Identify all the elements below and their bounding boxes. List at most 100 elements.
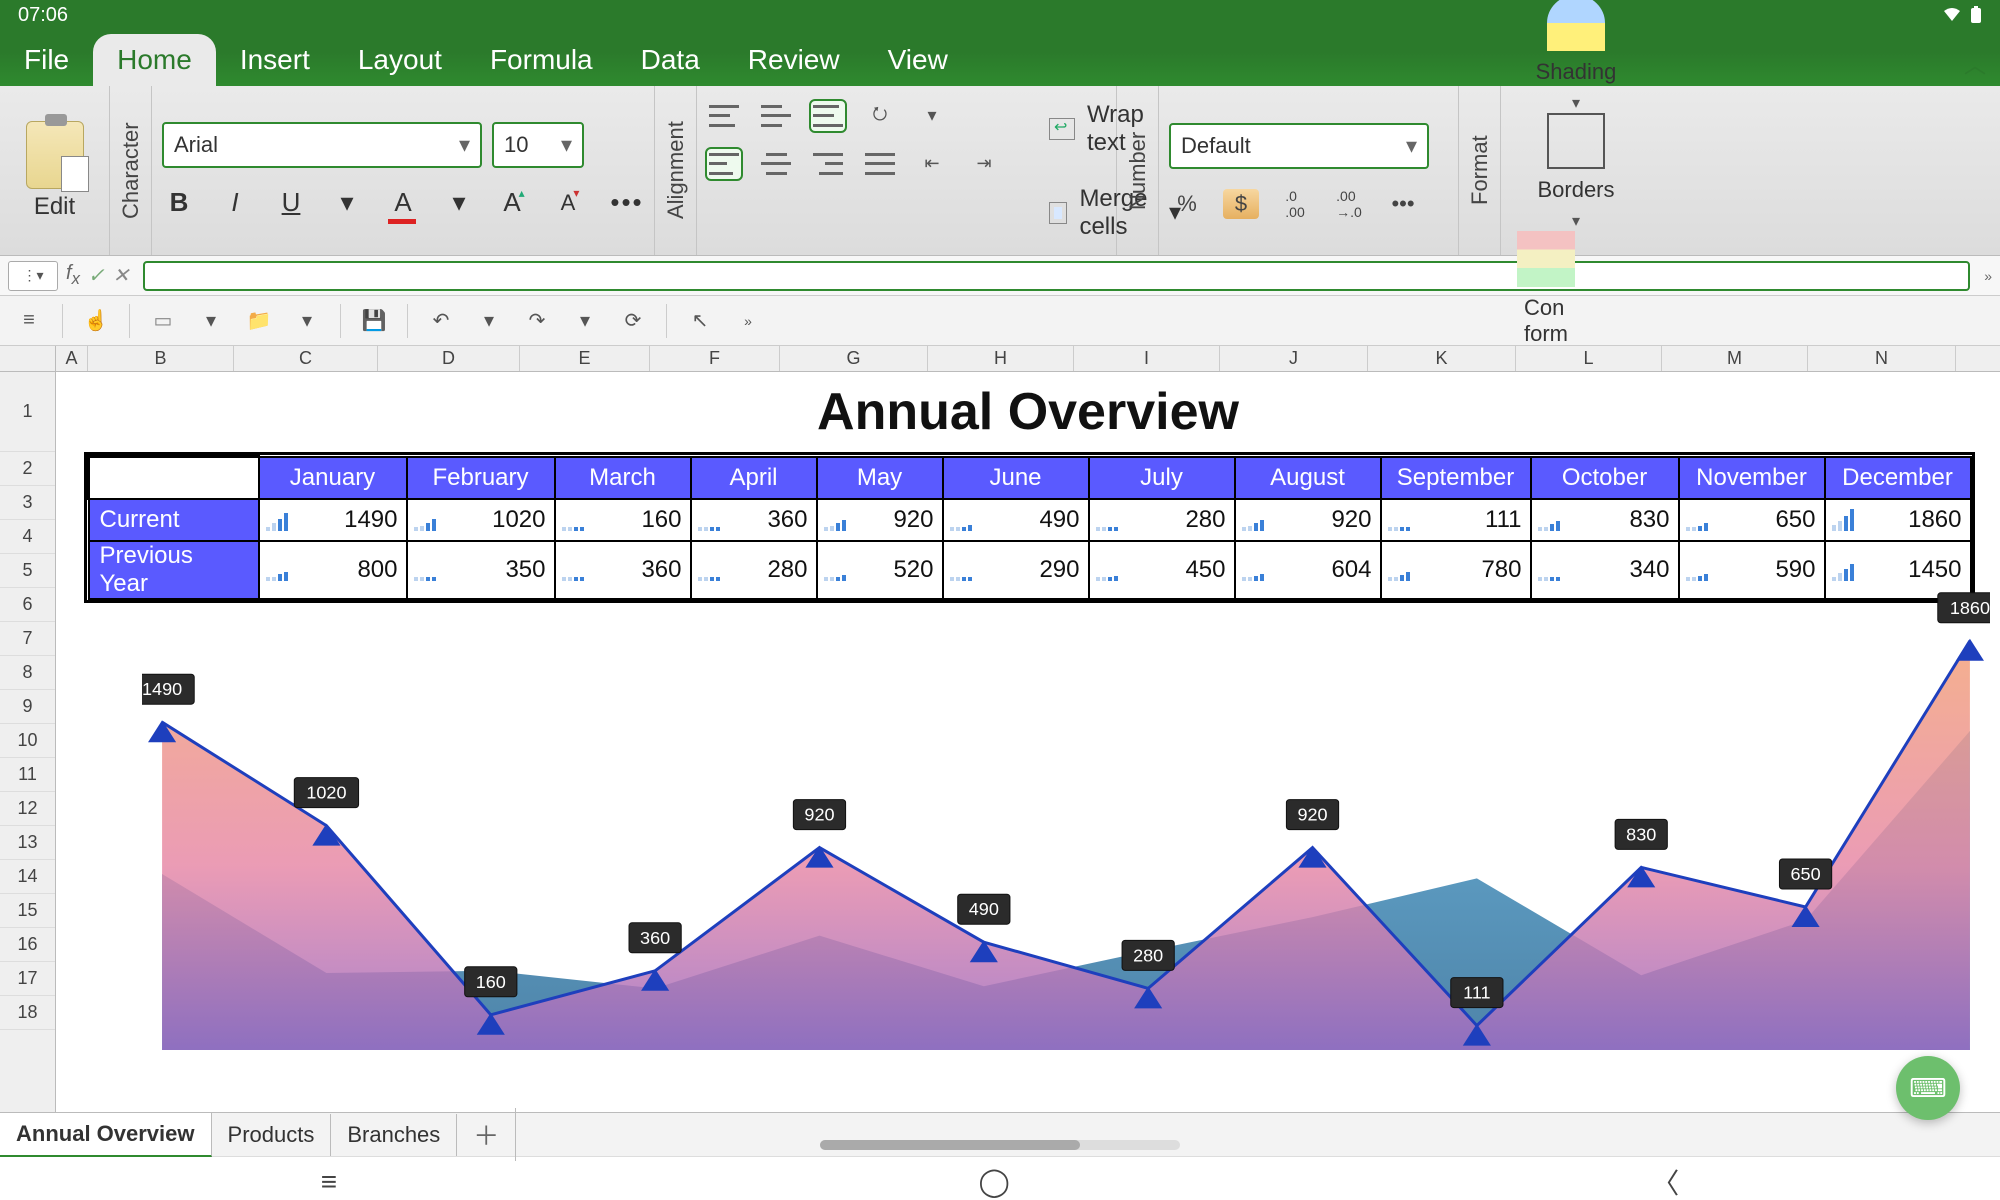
grow-font-button[interactable]: A▴ (498, 186, 532, 220)
accept-icon[interactable]: ✓ (88, 263, 105, 288)
refresh-button[interactable]: ⟳ (618, 306, 648, 336)
borders-button[interactable]: Borders ▾ (1511, 113, 1641, 231)
tab-home[interactable]: Home (93, 34, 216, 86)
number-format-combo[interactable]: Default (1169, 123, 1429, 169)
data-cell[interactable]: 650 (1679, 499, 1825, 541)
back-button[interactable]: 〈 (1651, 1162, 1679, 1200)
data-cell[interactable]: 490 (943, 499, 1089, 541)
col-header-D[interactable]: D (378, 346, 520, 371)
data-cell[interactable]: 830 (1531, 499, 1679, 541)
col-header-M[interactable]: M (1662, 346, 1808, 371)
fx-icon[interactable]: fx (66, 262, 80, 289)
col-header-F[interactable]: F (650, 346, 780, 371)
name-box[interactable]: ⋮▾ (8, 261, 58, 291)
undo-dropdown[interactable]: ▾ (474, 306, 504, 336)
row-header-3[interactable]: 3 (0, 486, 55, 520)
horizontal-scrollbar[interactable] (820, 1140, 1180, 1150)
data-cell[interactable]: 280 (1089, 499, 1235, 541)
row-header-6[interactable]: 6 (0, 588, 55, 622)
font-color-dropdown-icon[interactable]: ▾ (442, 186, 476, 220)
col-header-H[interactable]: H (928, 346, 1074, 371)
collapse-ribbon-icon[interactable]: ︿ (1964, 48, 1986, 80)
font-size-combo[interactable]: 10 (492, 122, 584, 168)
toolbar-overflow-icon[interactable]: » (733, 306, 763, 336)
decrease-indent-button[interactable]: ⇤ (915, 149, 949, 179)
tab-review[interactable]: Review (724, 34, 864, 86)
open-file-dropdown[interactable]: ▾ (292, 306, 322, 336)
currency-button[interactable]: $ (1223, 189, 1259, 219)
sheet-tab-annual[interactable]: Annual Overview (0, 1113, 212, 1157)
keyboard-fab[interactable]: ⌨ (1896, 1056, 1960, 1120)
undo-button[interactable]: ↶ (426, 306, 456, 336)
clipboard-icon[interactable] (26, 121, 84, 189)
col-header-C[interactable]: C (234, 346, 378, 371)
tab-insert[interactable]: Insert (216, 34, 334, 86)
save-button[interactable]: 💾 (359, 306, 389, 336)
font-color-button[interactable]: A (386, 186, 420, 220)
data-cell[interactable]: 160 (555, 499, 691, 541)
row-header-5[interactable]: 5 (0, 554, 55, 588)
row-header-8[interactable]: 8 (0, 656, 55, 690)
text-orientation-button[interactable]: ⭮ (863, 101, 897, 131)
row-header-17[interactable]: 17 (0, 962, 55, 996)
row-header-9[interactable]: 9 (0, 690, 55, 724)
col-header-B[interactable]: B (88, 346, 234, 371)
data-cell[interactable]: 1490 (259, 499, 407, 541)
row-header-10[interactable]: 10 (0, 724, 55, 758)
increase-decimal-button[interactable]: .0.00 (1277, 189, 1313, 219)
row-header-7[interactable]: 7 (0, 622, 55, 656)
cells-area[interactable]: Annual Overview JanuaryFebruaryMarchApri… (56, 372, 2000, 1112)
row-header-18[interactable]: 18 (0, 996, 55, 1030)
percent-button[interactable]: % (1169, 189, 1205, 219)
col-header-E[interactable]: E (520, 346, 650, 371)
pointer-icon[interactable]: ☝ (81, 306, 111, 336)
tab-formula[interactable]: Formula (466, 34, 617, 86)
tab-file[interactable]: File (0, 34, 93, 86)
col-header-N[interactable]: N (1808, 346, 1956, 371)
underline-dropdown-icon[interactable]: ▾ (330, 186, 364, 220)
add-sheet-button[interactable]: ＋ (457, 1108, 516, 1161)
font-name-combo[interactable]: Arial (162, 122, 482, 168)
row-header-1[interactable]: 1 (0, 372, 55, 452)
align-right-button[interactable] (811, 149, 845, 179)
col-header-L[interactable]: L (1516, 346, 1662, 371)
bold-button[interactable]: B (162, 186, 196, 220)
data-cell[interactable]: 360 (691, 499, 817, 541)
expand-formula-icon[interactable]: » (1984, 268, 1992, 284)
redo-button[interactable]: ↷ (522, 306, 552, 336)
italic-button[interactable]: I (218, 186, 252, 220)
data-cell[interactable]: 920 (817, 499, 943, 541)
data-cell[interactable]: 920 (1235, 499, 1381, 541)
shading-button[interactable]: Shading ▾ (1511, 0, 1641, 113)
data-cell[interactable]: 111 (1381, 499, 1531, 541)
align-top-button[interactable] (707, 101, 741, 131)
data-cell[interactable]: 1860 (1825, 499, 1971, 541)
decrease-decimal-button[interactable]: .00→.0 (1331, 189, 1367, 219)
align-middle-button[interactable] (759, 101, 793, 131)
col-header-I[interactable]: I (1074, 346, 1220, 371)
conditional-format-button[interactable]: Con form (1511, 231, 1581, 347)
col-header-A[interactable]: A (56, 346, 88, 371)
row-header-15[interactable]: 15 (0, 894, 55, 928)
formula-input[interactable] (143, 261, 1970, 291)
row-header-13[interactable]: 13 (0, 826, 55, 860)
cancel-icon[interactable]: ✕ (113, 263, 130, 288)
col-header-K[interactable]: K (1368, 346, 1516, 371)
row-styles-icon[interactable]: ≡ (14, 306, 44, 336)
scroll-thumb[interactable] (820, 1140, 1080, 1150)
row-header-14[interactable]: 14 (0, 860, 55, 894)
increase-indent-button[interactable]: ⇥ (967, 149, 1001, 179)
text-orientation-dropdown[interactable]: ▾ (915, 101, 949, 131)
align-justify-button[interactable] (863, 149, 897, 179)
align-center-button[interactable] (759, 149, 793, 179)
open-file-button[interactable]: 📁 (244, 306, 274, 336)
row-header-16[interactable]: 16 (0, 928, 55, 962)
underline-button[interactable]: U (274, 186, 308, 220)
home-button[interactable]: ◯ (978, 1165, 1009, 1198)
sheet-tab-branches[interactable]: Branches (331, 1114, 457, 1156)
row-header-2[interactable]: 2 (0, 452, 55, 486)
recents-button[interactable]: ≡ (321, 1166, 337, 1198)
col-header-G[interactable]: G (780, 346, 928, 371)
data-cell[interactable]: 1020 (407, 499, 555, 541)
shrink-font-button[interactable]: A▾ (554, 186, 588, 220)
